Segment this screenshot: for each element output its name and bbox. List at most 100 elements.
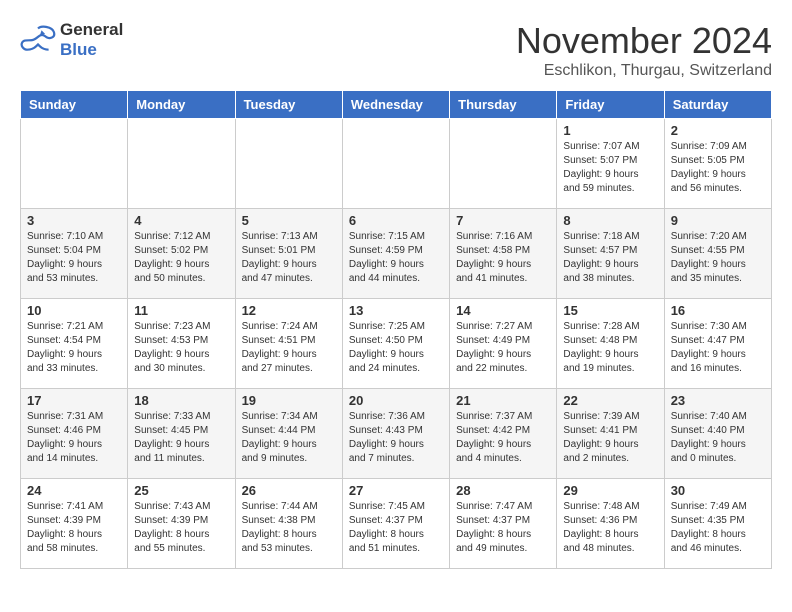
logo: General Blue (20, 20, 123, 60)
cell-info: Sunrise: 7:18 AM Sunset: 4:57 PM Dayligh… (563, 230, 657, 286)
calendar-week-3: 10 Sunrise: 7:21 AM Sunset: 4:54 PM Dayli… (21, 299, 772, 389)
day-number: 18 (134, 393, 228, 408)
calendar-header-wednesday: Wednesday (342, 91, 449, 119)
cell-info: Sunrise: 7:31 AM Sunset: 4:46 PM Dayligh… (27, 410, 121, 466)
cell-info: Sunrise: 7:45 AM Sunset: 4:37 PM Dayligh… (349, 500, 443, 556)
day-number: 17 (27, 393, 121, 408)
calendar-cell: 6 Sunrise: 7:15 AM Sunset: 4:59 PM Daylig… (342, 209, 449, 299)
cell-info: Sunrise: 7:28 AM Sunset: 4:48 PM Dayligh… (563, 320, 657, 376)
day-number: 22 (563, 393, 657, 408)
day-number: 2 (671, 123, 765, 138)
calendar-cell: 1 Sunrise: 7:07 AM Sunset: 5:07 PM Daylig… (557, 119, 664, 209)
calendar-cell: 7 Sunrise: 7:16 AM Sunset: 4:58 PM Daylig… (450, 209, 557, 299)
day-number: 5 (242, 213, 336, 228)
calendar-cell: 26Sunrise: 7:44 AM Sunset: 4:38 PM Dayli… (235, 479, 342, 569)
day-number: 7 (456, 213, 550, 228)
day-number: 21 (456, 393, 550, 408)
cell-info: Sunrise: 7:07 AM Sunset: 5:07 PM Dayligh… (563, 140, 657, 196)
cell-info: Sunrise: 7:39 AM Sunset: 4:41 PM Dayligh… (563, 410, 657, 466)
day-number: 25 (134, 483, 228, 498)
day-number: 13 (349, 303, 443, 318)
cell-info: Sunrise: 7:40 AM Sunset: 4:40 PM Dayligh… (671, 410, 765, 466)
calendar-cell: 5Sunrise: 7:13 AM Sunset: 5:01 PM Daylig… (235, 209, 342, 299)
month-title: November 2024 (516, 20, 772, 62)
cell-info: Sunrise: 7:30 AM Sunset: 4:47 PM Dayligh… (671, 320, 765, 376)
calendar-header-tuesday: Tuesday (235, 91, 342, 119)
day-number: 20 (349, 393, 443, 408)
calendar-cell: 23 Sunrise: 7:40 AM Sunset: 4:40 PM Dayli… (664, 389, 771, 479)
calendar-cell: 20Sunrise: 7:36 AM Sunset: 4:43 PM Dayli… (342, 389, 449, 479)
cell-info: Sunrise: 7:20 AM Sunset: 4:55 PM Dayligh… (671, 230, 765, 286)
calendar-cell: 11Sunrise: 7:23 AM Sunset: 4:53 PM Dayli… (128, 299, 235, 389)
calendar-cell: 25 Sunrise: 7:43 AM Sunset: 4:39 PM Dayli… (128, 479, 235, 569)
calendar-cell: 17 Sunrise: 7:31 AM Sunset: 4:46 PM Dayli… (21, 389, 128, 479)
day-number: 19 (242, 393, 336, 408)
day-number: 10 (27, 303, 121, 318)
calendar-week-4: 17 Sunrise: 7:31 AM Sunset: 4:46 PM Dayli… (21, 389, 772, 479)
calendar-cell: 9 Sunrise: 7:20 AM Sunset: 4:55 PM Daylig… (664, 209, 771, 299)
day-number: 16 (671, 303, 765, 318)
cell-info: Sunrise: 7:15 AM Sunset: 4:59 PM Dayligh… (349, 230, 443, 286)
calendar: SundayMondayTuesdayWednesdayThursdayFrid… (20, 90, 772, 569)
calendar-header-saturday: Saturday (664, 91, 771, 119)
calendar-cell (450, 119, 557, 209)
cell-info: Sunrise: 7:48 AM Sunset: 4:36 PM Dayligh… (563, 500, 657, 556)
calendar-week-5: 24 Sunrise: 7:41 AM Sunset: 4:39 PM Dayli… (21, 479, 772, 569)
cell-info: Sunrise: 7:43 AM Sunset: 4:39 PM Dayligh… (134, 500, 228, 556)
calendar-cell: 29Sunrise: 7:48 AM Sunset: 4:36 PM Dayli… (557, 479, 664, 569)
day-number: 1 (563, 123, 657, 138)
calendar-cell (21, 119, 128, 209)
title-section: November 2024 Eschlikon, Thurgau, Switze… (516, 20, 772, 80)
day-number: 24 (27, 483, 121, 498)
calendar-cell (342, 119, 449, 209)
cell-info: Sunrise: 7:41 AM Sunset: 4:39 PM Dayligh… (27, 500, 121, 556)
calendar-header-friday: Friday (557, 91, 664, 119)
cell-info: Sunrise: 7:10 AM Sunset: 5:04 PM Dayligh… (27, 230, 121, 286)
cell-info: Sunrise: 7:16 AM Sunset: 4:58 PM Dayligh… (456, 230, 550, 286)
location-title: Eschlikon, Thurgau, Switzerland (516, 62, 772, 80)
day-number: 15 (563, 303, 657, 318)
calendar-cell: 24 Sunrise: 7:41 AM Sunset: 4:39 PM Dayli… (21, 479, 128, 569)
calendar-cell: 10 Sunrise: 7:21 AM Sunset: 4:54 PM Dayli… (21, 299, 128, 389)
day-number: 12 (242, 303, 336, 318)
calendar-cell: 16 Sunrise: 7:30 AM Sunset: 4:47 PM Dayli… (664, 299, 771, 389)
cell-info: Sunrise: 7:12 AM Sunset: 5:02 PM Dayligh… (134, 230, 228, 286)
logo-icon (20, 25, 56, 55)
calendar-cell: 21 Sunrise: 7:37 AM Sunset: 4:42 PM Dayli… (450, 389, 557, 479)
calendar-header-sunday: Sunday (21, 91, 128, 119)
day-number: 30 (671, 483, 765, 498)
calendar-cell: 27 Sunrise: 7:45 AM Sunset: 4:37 PM Dayli… (342, 479, 449, 569)
calendar-cell: 15 Sunrise: 7:28 AM Sunset: 4:48 PM Dayli… (557, 299, 664, 389)
calendar-week-2: 3 Sunrise: 7:10 AM Sunset: 5:04 PM Daylig… (21, 209, 772, 299)
calendar-header-row: SundayMondayTuesdayWednesdayThursdayFrid… (21, 91, 772, 119)
day-number: 6 (349, 213, 443, 228)
cell-info: Sunrise: 7:47 AM Sunset: 4:37 PM Dayligh… (456, 500, 550, 556)
calendar-header-thursday: Thursday (450, 91, 557, 119)
cell-info: Sunrise: 7:34 AM Sunset: 4:44 PM Dayligh… (242, 410, 336, 466)
header: General Blue November 2024 Eschlikon, Th… (20, 20, 772, 80)
day-number: 9 (671, 213, 765, 228)
calendar-week-1: 1 Sunrise: 7:07 AM Sunset: 5:07 PM Daylig… (21, 119, 772, 209)
calendar-cell: 18 Sunrise: 7:33 AM Sunset: 4:45 PM Dayli… (128, 389, 235, 479)
calendar-cell: 2 Sunrise: 7:09 AM Sunset: 5:05 PM Daylig… (664, 119, 771, 209)
day-number: 14 (456, 303, 550, 318)
cell-info: Sunrise: 7:24 AM Sunset: 4:51 PM Dayligh… (242, 320, 336, 376)
cell-info: Sunrise: 7:21 AM Sunset: 4:54 PM Dayligh… (27, 320, 121, 376)
cell-info: Sunrise: 7:27 AM Sunset: 4:49 PM Dayligh… (456, 320, 550, 376)
logo-text: General Blue (60, 20, 123, 60)
cell-info: Sunrise: 7:33 AM Sunset: 4:45 PM Dayligh… (134, 410, 228, 466)
day-number: 26 (242, 483, 336, 498)
cell-info: Sunrise: 7:49 AM Sunset: 4:35 PM Dayligh… (671, 500, 765, 556)
calendar-cell: 12 Sunrise: 7:24 AM Sunset: 4:51 PM Dayli… (235, 299, 342, 389)
calendar-cell (128, 119, 235, 209)
calendar-cell: 4Sunrise: 7:12 AM Sunset: 5:02 PM Daylig… (128, 209, 235, 299)
cell-info: Sunrise: 7:09 AM Sunset: 5:05 PM Dayligh… (671, 140, 765, 196)
day-number: 3 (27, 213, 121, 228)
day-number: 28 (456, 483, 550, 498)
calendar-cell: 13Sunrise: 7:25 AM Sunset: 4:50 PM Dayli… (342, 299, 449, 389)
day-number: 27 (349, 483, 443, 498)
day-number: 23 (671, 393, 765, 408)
cell-info: Sunrise: 7:37 AM Sunset: 4:42 PM Dayligh… (456, 410, 550, 466)
day-number: 11 (134, 303, 228, 318)
calendar-cell: 28 Sunrise: 7:47 AM Sunset: 4:37 PM Dayli… (450, 479, 557, 569)
